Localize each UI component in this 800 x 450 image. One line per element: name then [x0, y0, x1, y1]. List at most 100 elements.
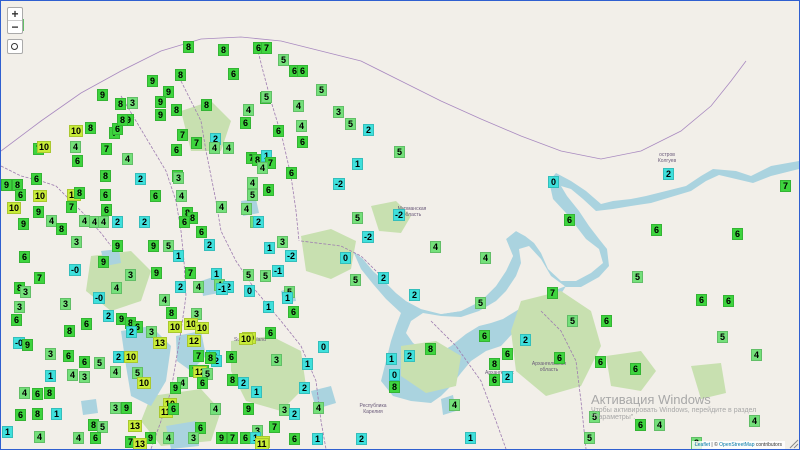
temperature-marker[interactable]: 6	[651, 224, 662, 236]
temperature-marker[interactable]: 4	[241, 203, 252, 215]
temperature-marker[interactable]: 6	[286, 167, 297, 179]
temperature-marker[interactable]: 4	[19, 387, 30, 399]
temperature-marker[interactable]: 6	[19, 251, 30, 263]
temperature-marker[interactable]: 8	[201, 99, 212, 111]
temperature-marker[interactable]: 2	[356, 433, 367, 445]
temperature-marker[interactable]: 5	[247, 189, 258, 201]
temperature-marker[interactable]: 2	[409, 289, 420, 301]
temperature-marker[interactable]: 10	[239, 333, 254, 345]
temperature-marker[interactable]: 12	[187, 335, 202, 347]
temperature-marker[interactable]: 5	[260, 270, 271, 282]
temperature-marker[interactable]: 5	[243, 269, 254, 281]
temperature-marker[interactable]: 4	[110, 366, 121, 378]
temperature-marker[interactable]: 9	[155, 96, 166, 108]
temperature-marker[interactable]: 8	[56, 223, 67, 235]
temperature-marker[interactable]: 6	[90, 432, 101, 444]
temperature-marker[interactable]: 8	[32, 408, 43, 420]
temperature-marker[interactable]: -0	[69, 264, 82, 276]
temperature-marker[interactable]: -2	[285, 250, 298, 262]
temperature-marker[interactable]: 7	[269, 421, 280, 433]
temperature-marker[interactable]: 6	[32, 388, 43, 400]
temperature-marker[interactable]: 3	[125, 269, 136, 281]
temperature-marker[interactable]: -1	[272, 265, 285, 277]
temperature-marker[interactable]: 5	[352, 212, 363, 224]
temperature-marker[interactable]: 7	[185, 267, 196, 279]
temperature-marker[interactable]: 4	[257, 162, 268, 174]
temperature-marker[interactable]: 3	[110, 402, 121, 414]
temperature-marker[interactable]: 3	[333, 106, 344, 118]
temperature-marker[interactable]: 4	[293, 100, 304, 112]
temperature-marker[interactable]: 7	[261, 42, 272, 54]
temperature-marker[interactable]: 13	[133, 438, 148, 449]
temperature-marker[interactable]: 6	[273, 125, 284, 137]
temperature-marker[interactable]: 13	[128, 420, 143, 432]
temperature-marker[interactable]: 6	[15, 189, 26, 201]
temperature-marker[interactable]: 6	[696, 294, 707, 306]
leaflet-link[interactable]: Leaflet	[695, 442, 710, 448]
temperature-marker[interactable]: 4	[34, 431, 45, 443]
temperature-marker[interactable]: 8	[85, 122, 96, 134]
temperature-marker[interactable]: 9	[243, 403, 254, 415]
temperature-marker[interactable]: 4	[159, 294, 170, 306]
temperature-marker[interactable]: 6	[79, 356, 90, 368]
temperature-marker[interactable]: 10	[37, 141, 52, 153]
temperature-marker[interactable]: 6	[630, 363, 641, 375]
temperature-marker[interactable]: 4	[73, 432, 84, 444]
osm-link[interactable]: OpenStreetMap	[719, 442, 754, 448]
temperature-marker[interactable]: 1	[45, 370, 56, 382]
temperature-marker[interactable]: 6	[15, 409, 26, 421]
temperature-marker[interactable]: 2	[253, 216, 264, 228]
temperature-marker[interactable]: 2	[112, 216, 123, 228]
temperature-marker[interactable]: 5	[316, 84, 327, 96]
temperature-marker[interactable]: 4	[70, 141, 81, 153]
temperature-marker[interactable]: 2	[139, 216, 150, 228]
temperature-marker[interactable]: 2	[103, 310, 114, 322]
temperature-marker[interactable]: 10	[33, 190, 48, 202]
temperature-marker[interactable]: 5	[278, 54, 289, 66]
temperature-marker[interactable]: 4	[193, 281, 204, 293]
temperature-marker[interactable]: 3	[271, 354, 282, 366]
temperature-marker[interactable]: 6	[168, 403, 179, 415]
map-container[interactable]: + − остров Колгуев Архангельская область…	[0, 0, 800, 450]
temperature-marker[interactable]: 9	[1, 179, 12, 191]
temperature-marker[interactable]: 2	[175, 281, 186, 293]
temperature-marker[interactable]: 4	[163, 432, 174, 444]
temperature-marker[interactable]: 10	[7, 202, 22, 214]
temperature-marker[interactable]: 5	[94, 357, 105, 369]
temperature-marker[interactable]: 6	[150, 190, 161, 202]
temperature-marker[interactable]: 2	[238, 377, 249, 389]
temperature-marker[interactable]: 4	[67, 369, 78, 381]
temperature-marker[interactable]: 0	[548, 176, 559, 188]
temperature-marker[interactable]: 7	[191, 137, 202, 149]
temperature-marker[interactable]: 3	[20, 286, 31, 298]
temperature-marker[interactable]: 4	[247, 177, 258, 189]
temperature-marker[interactable]: 2	[404, 350, 415, 362]
temperature-marker[interactable]: 4	[751, 349, 762, 361]
temperature-marker[interactable]: 9	[97, 89, 108, 101]
temperature-marker[interactable]: 9	[18, 218, 29, 230]
temperature-marker[interactable]: 8	[489, 358, 500, 370]
temperature-marker[interactable]: 6	[265, 327, 276, 339]
temperature-marker[interactable]: 1	[465, 432, 476, 444]
temperature-marker[interactable]: 6	[732, 228, 743, 240]
temperature-marker[interactable]: 6	[489, 374, 500, 386]
temperature-marker[interactable]: 10	[124, 351, 139, 363]
temperature-marker[interactable]: 1	[282, 292, 293, 304]
temperature-marker[interactable]: 8	[44, 387, 55, 399]
temperature-marker[interactable]: 2	[204, 239, 215, 251]
temperature-marker[interactable]: 6	[601, 315, 612, 327]
temperature-marker[interactable]: -2	[393, 209, 406, 221]
temperature-marker[interactable]: 9	[112, 240, 123, 252]
temperature-marker[interactable]: 4	[122, 153, 133, 165]
temperature-marker[interactable]: 10	[137, 377, 152, 389]
temperature-marker[interactable]: 8	[175, 69, 186, 81]
temperature-marker[interactable]: 10	[69, 125, 84, 137]
temperature-marker[interactable]: 7	[101, 143, 112, 155]
temperature-marker[interactable]: 3	[60, 298, 71, 310]
temperature-marker[interactable]: 3	[71, 236, 82, 248]
temperature-marker[interactable]: 5	[632, 271, 643, 283]
temperature-marker[interactable]: 10	[168, 321, 183, 333]
temperature-marker[interactable]: 6	[502, 348, 513, 360]
temperature-marker[interactable]: 6	[288, 306, 299, 318]
temperature-marker[interactable]: 9	[98, 256, 109, 268]
